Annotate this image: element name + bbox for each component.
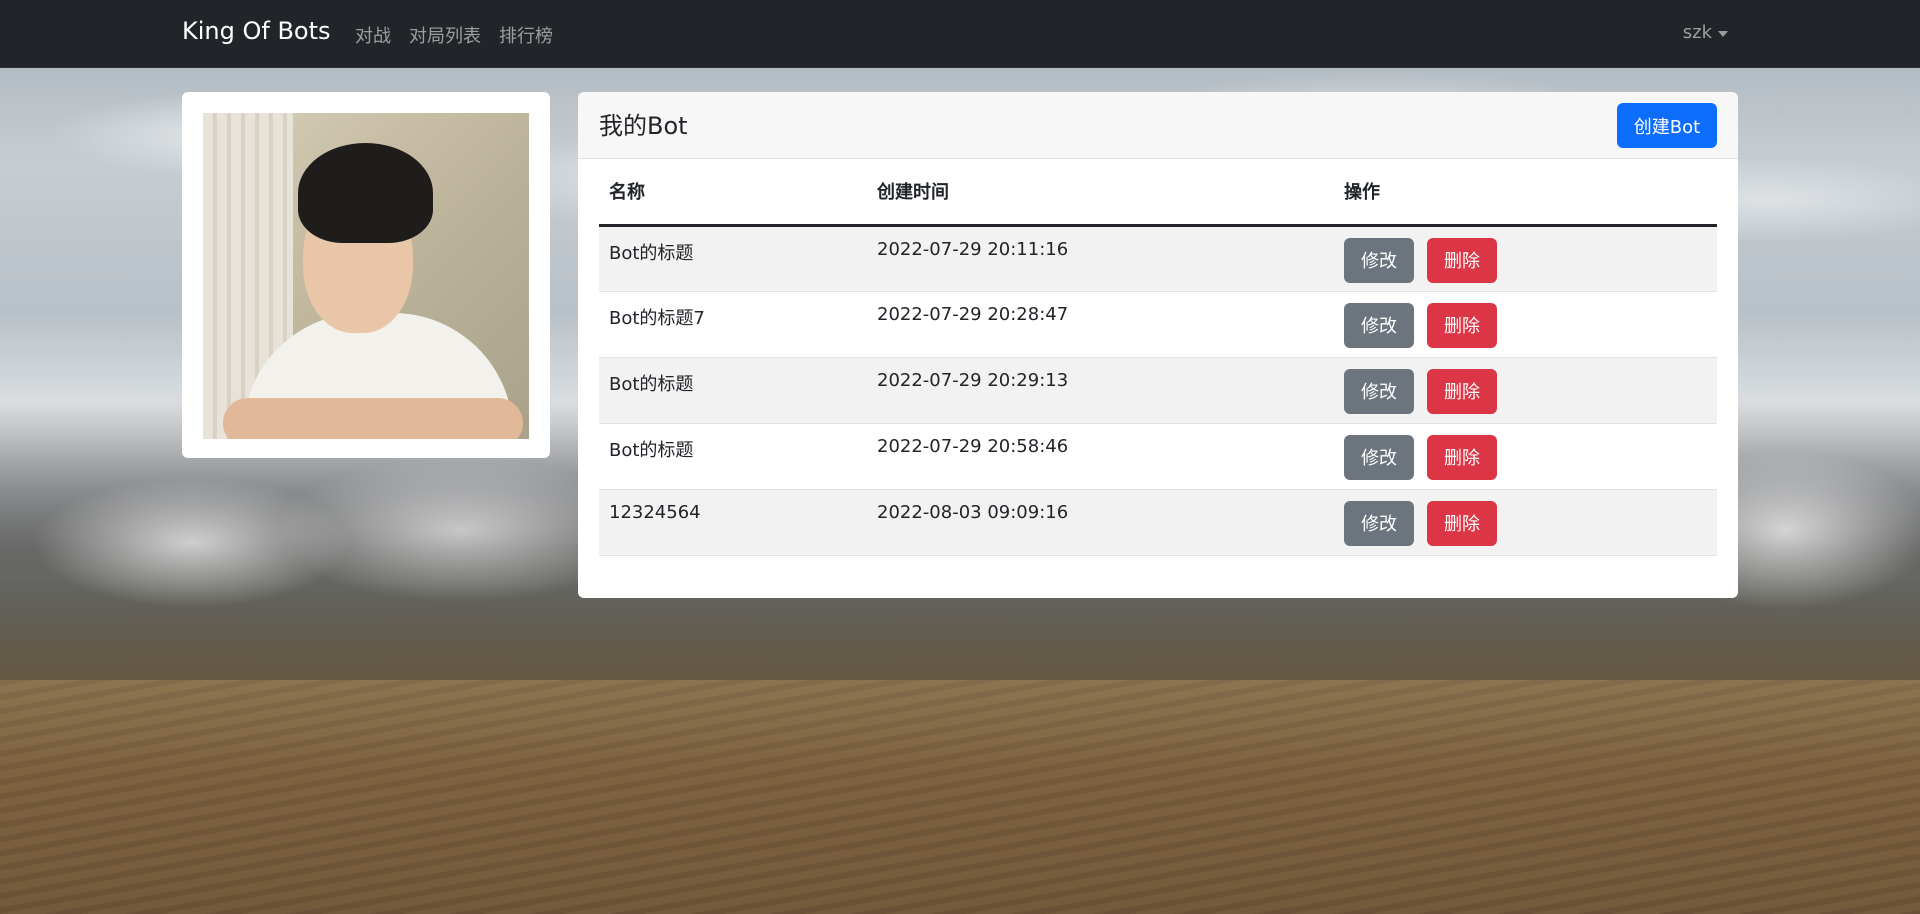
- bot-created-time: 2022-07-29 20:11:16: [867, 225, 1334, 292]
- bot-name: 12324564: [599, 489, 867, 556]
- delete-bot-button[interactable]: 删除: [1427, 237, 1497, 283]
- user-dropdown[interactable]: szk: [1683, 22, 1728, 43]
- bot-name: Bot的标题7: [599, 291, 867, 358]
- nav-link-pk[interactable]: 对战: [355, 22, 391, 48]
- table-row: Bot的标题 2022-07-29 20:11:16 修改 删除: [599, 225, 1717, 292]
- bot-name: Bot的标题: [599, 357, 867, 424]
- bot-name: Bot的标题: [599, 423, 867, 490]
- delete-bot-button[interactable]: 删除: [1427, 368, 1497, 414]
- edit-bot-button[interactable]: 修改: [1344, 434, 1414, 480]
- bot-table: 名称 创建时间 操作 Bot的标题 2022-07-29 20:11:16 修改…: [599, 159, 1717, 556]
- edit-bot-button[interactable]: 修改: [1344, 302, 1414, 348]
- column-header-created: 创建时间: [867, 159, 1334, 227]
- table-row: Bot的标题7 2022-07-29 20:28:47 修改 删除: [599, 291, 1717, 358]
- bot-list-header: 我的Bot 创建Bot: [578, 92, 1738, 159]
- delete-bot-button[interactable]: 删除: [1427, 302, 1497, 348]
- bot-name: Bot的标题: [599, 225, 867, 292]
- edit-bot-button[interactable]: 修改: [1344, 368, 1414, 414]
- bot-created-time: 2022-07-29 20:58:46: [867, 423, 1334, 490]
- brand-link[interactable]: King Of Bots: [182, 17, 331, 45]
- chevron-down-icon: [1718, 30, 1728, 37]
- bot-created-time: 2022-08-03 09:09:16: [867, 489, 1334, 556]
- bot-created-time: 2022-07-29 20:28:47: [867, 291, 1334, 358]
- delete-bot-button[interactable]: 删除: [1427, 434, 1497, 480]
- nav-link-ranklist[interactable]: 排行榜: [499, 22, 553, 48]
- avatar-card: [182, 92, 550, 458]
- edit-bot-button[interactable]: 修改: [1344, 237, 1414, 283]
- table-row: Bot的标题 2022-07-29 20:58:46 修改 删除: [599, 423, 1717, 490]
- column-header-name: 名称: [599, 159, 867, 227]
- bot-list-card: 我的Bot 创建Bot 名称 创建时间 操作 Bot的标题 2022-07-29…: [578, 92, 1738, 598]
- table-row: 12324564 2022-08-03 09:09:16 修改 删除: [599, 489, 1717, 556]
- edit-bot-button[interactable]: 修改: [1344, 500, 1414, 546]
- avatar: [203, 113, 529, 439]
- nav-links: 对战 对局列表 排行榜: [355, 22, 553, 48]
- table-row: Bot的标题 2022-07-29 20:29:13 修改 删除: [599, 357, 1717, 424]
- background-plains: [0, 680, 1920, 914]
- delete-bot-button[interactable]: 删除: [1427, 500, 1497, 546]
- username: szk: [1682, 22, 1712, 43]
- create-bot-button[interactable]: 创建Bot: [1617, 103, 1717, 148]
- bot-created-time: 2022-07-29 20:29:13: [867, 357, 1334, 424]
- table-header-row: 名称 创建时间 操作: [599, 159, 1717, 227]
- nav-link-record[interactable]: 对局列表: [409, 22, 481, 48]
- top-navbar: King Of Bots 对战 对局列表 排行榜 szk: [0, 0, 1920, 68]
- column-header-actions: 操作: [1334, 159, 1717, 227]
- bot-list-title: 我的Bot: [599, 112, 688, 140]
